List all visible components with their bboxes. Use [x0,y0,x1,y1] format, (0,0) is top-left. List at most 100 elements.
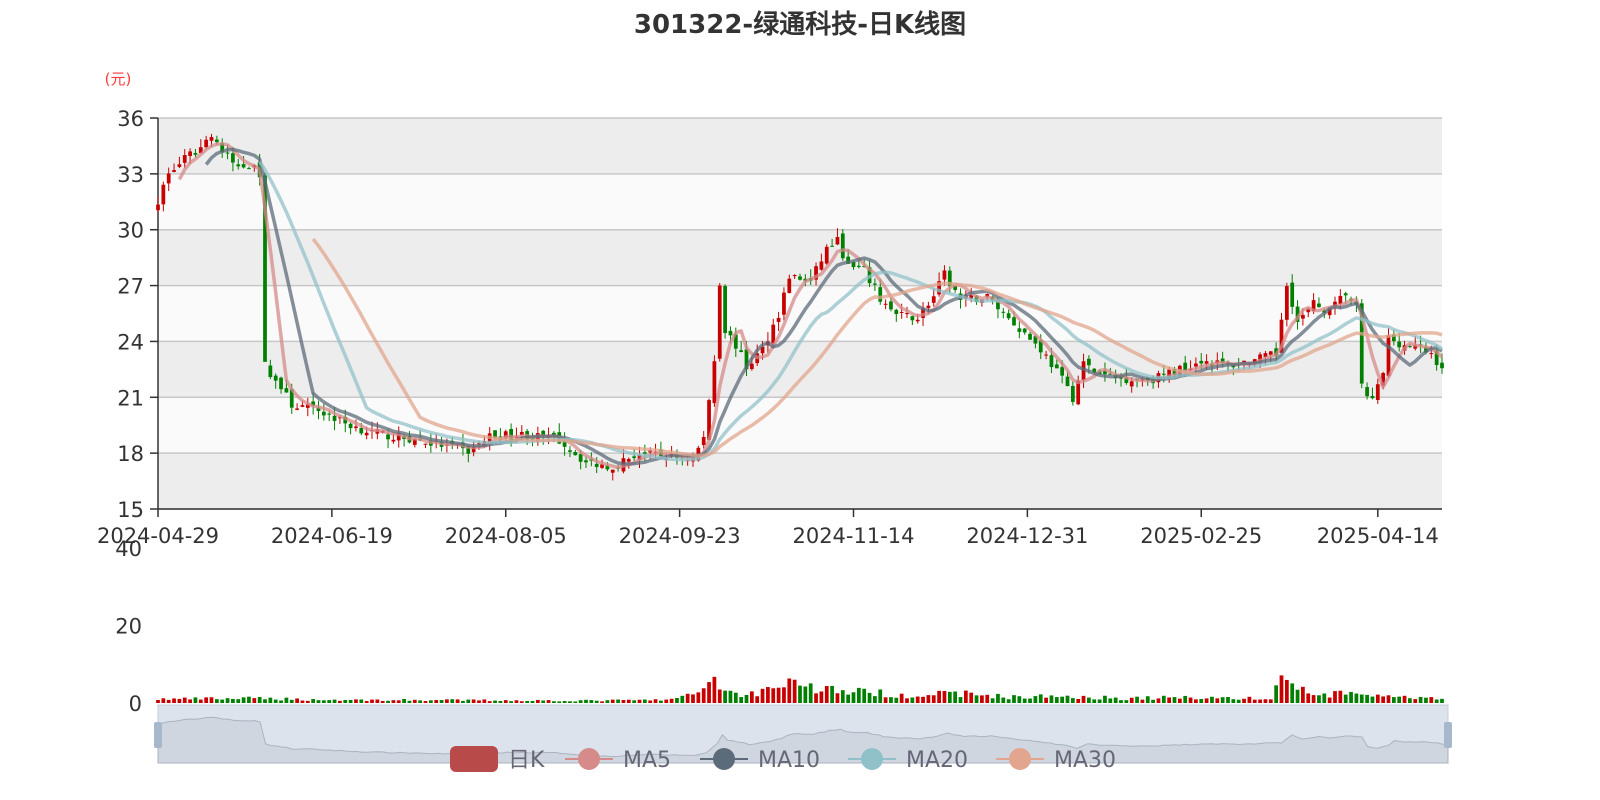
volume-bar [1247,696,1252,703]
volume-bar [1258,699,1262,703]
volume-bar [1263,699,1268,703]
volume-bar [166,699,171,703]
volume-bar [1386,695,1391,703]
volume-bar [846,694,851,703]
volume-bar [1434,699,1439,703]
volume-bar [423,701,428,703]
volume-bar [889,697,893,703]
volume-bar [1119,700,1123,703]
volume-bar [701,688,706,703]
volume-bar [477,700,481,703]
volume-bar [717,689,722,703]
grid-band [158,453,1442,509]
candle [594,463,599,468]
volume-bar [605,700,610,703]
volume-bar [1338,690,1343,703]
volume-bar [1049,695,1054,703]
zoom-handle-left[interactable] [154,722,162,748]
volume-y-tick-label: 40 [115,537,142,561]
x-tick-label: 2024-06-19 [271,524,393,548]
volume-bar [653,699,658,703]
volume-bar [177,698,182,703]
candle [1317,303,1321,308]
volume-bar [707,682,711,703]
candle [295,408,299,410]
legend-icon-candle [450,746,498,772]
legend-item-ma30[interactable]: MA30 [1054,748,1116,773]
volume-bar [921,696,925,703]
volume-bar [482,699,487,703]
candle [231,153,235,163]
volume-bar [782,687,786,703]
volume-bar [498,700,503,703]
candle [573,451,578,456]
volume-bar [1177,698,1182,703]
candle [1343,293,1348,296]
volume-bar [1252,699,1257,703]
volume-bar [1268,699,1273,703]
candle [204,139,209,148]
volume-bar [1236,699,1241,703]
volume-bar [610,699,615,703]
volume-y-tick-label: 20 [115,615,142,639]
volume-bar [755,696,760,703]
volume-bar [257,696,262,703]
volume-bar [862,688,867,703]
candle [728,330,733,336]
candle [899,311,904,313]
volume-bar [316,700,321,703]
volume-bar [578,700,583,703]
volume-bar [830,685,834,703]
volume-bar [514,700,519,703]
y-tick-label: 15 [117,498,144,522]
volume-bar [1135,696,1139,703]
volume-bar [824,686,829,703]
volume-bar [1204,698,1209,703]
volume-bar [380,700,385,703]
volume-bar [1295,689,1300,703]
candle [1049,355,1054,368]
volume-bar [396,700,401,703]
volume-bar [969,692,974,703]
volume-bar [268,697,273,703]
volume-bar [1354,693,1359,703]
candle [1440,362,1444,369]
volume-bar [1038,694,1043,703]
candle [626,459,631,462]
volume-bar [1418,696,1423,703]
volume-bar [766,687,770,703]
volume-bar [343,700,348,703]
candle [423,443,428,445]
volume-bar [204,697,209,703]
volume-bar [1284,679,1289,703]
volume-bar [1076,698,1081,703]
candle [1199,360,1204,364]
volume-bar [1161,695,1166,703]
legend-item-ma10[interactable]: MA10 [758,748,820,773]
volume-bar [236,699,241,703]
volume-bar [1006,699,1011,703]
volume-bar [1279,675,1284,703]
volume-bar [359,699,364,703]
legend-item-日k[interactable]: 日K [508,748,545,773]
volume-bar [990,698,995,703]
volume-bar [386,700,390,703]
y-axis-unit: (元) [105,70,132,88]
candle [1017,328,1022,332]
candle [391,439,396,442]
legend-item-ma5[interactable]: MA5 [623,748,671,773]
volume-bar [894,697,899,703]
volume-bar [1429,697,1434,703]
candle [1204,361,1209,364]
volume-bar [188,699,192,703]
candle [835,237,840,245]
volume-bar [364,701,369,703]
candle [1065,376,1070,387]
candle [247,168,251,170]
legend-item-ma20[interactable]: MA20 [906,748,968,773]
candle [161,184,166,205]
zoom-handle-right[interactable] [1444,722,1452,748]
candle [1301,314,1305,319]
legend-marker-icon [578,748,600,770]
volume-bar [1381,696,1386,703]
